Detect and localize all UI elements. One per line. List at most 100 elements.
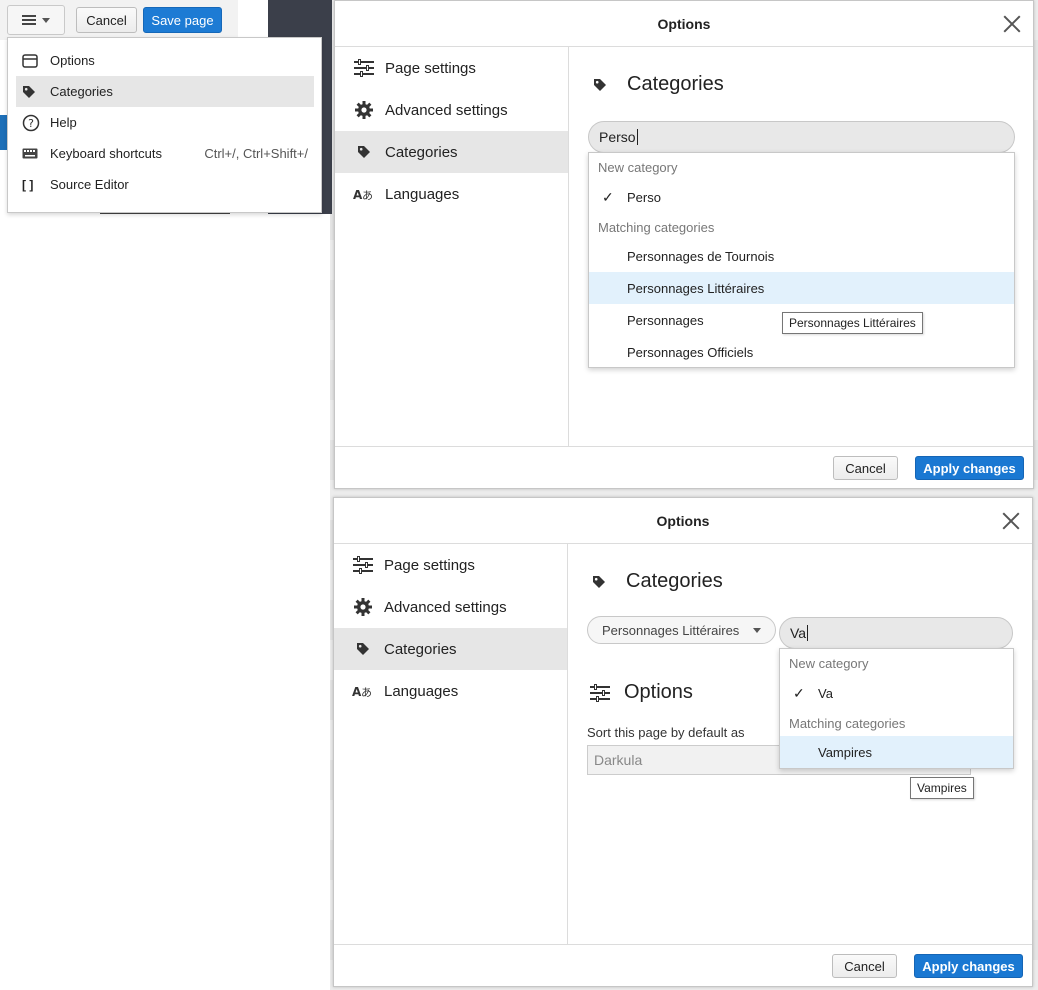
menu-item-label: Source Editor [50, 177, 129, 192]
tag-icon [592, 575, 612, 589]
category-chip[interactable]: Personnages Littéraires [587, 616, 777, 644]
options-section-header: Options [590, 681, 693, 704]
categories-section-header: Categories [593, 73, 724, 96]
category-suggestions-popup: New category ✓ Va Matching categories Va… [779, 648, 1014, 769]
svg-text:あ: あ [362, 189, 373, 201]
dialog-sidebar: Page settings Advanced settings Categori… [335, 47, 569, 446]
apply-changes-button[interactable]: Apply changes [914, 954, 1023, 978]
menu-item-categories[interactable]: Categories [16, 76, 314, 107]
tooltip: Personnages Littéraires [782, 312, 923, 334]
language-icon: Aあ [352, 684, 374, 698]
sidebar-item-label: Languages [385, 185, 460, 203]
menu-item-label: Help [50, 115, 77, 130]
keyboard-icon [22, 148, 48, 159]
menu-item-options[interactable]: Options [16, 45, 314, 76]
tag-icon [593, 78, 613, 92]
svg-text:?: ? [28, 117, 34, 130]
sidebar-item-languages[interactable]: Aあ Languages [334, 670, 567, 712]
close-icon[interactable] [1003, 15, 1021, 33]
menu-item-help[interactable]: ? Help [16, 107, 314, 138]
checkmark-icon: ✓ [793, 684, 805, 701]
sidebar-item-languages[interactable]: Aあ Languages [335, 173, 568, 215]
sidebar-item-page-settings[interactable]: Page settings [334, 544, 567, 586]
text-cursor [807, 625, 809, 641]
shortcut-hint: Ctrl+/, Ctrl+Shift+/ [204, 146, 308, 161]
dialog-title: Options [335, 1, 1033, 47]
sidebar-item-categories[interactable]: Categories [334, 628, 567, 670]
option-label: Personnages Littéraires [627, 280, 765, 296]
option-label: Personnages [627, 312, 704, 328]
menu-item-keyboard-shortcuts[interactable]: Keyboard shortcuts Ctrl+/, Ctrl+Shift+/ [16, 138, 314, 169]
matching-category-option[interactable]: Personnages Officiels [589, 336, 1014, 368]
category-input[interactable]: Va [779, 617, 1013, 649]
dialog-sidebar: Page settings Advanced settings Categori… [334, 544, 568, 944]
section-title: Categories [627, 73, 724, 95]
gear-icon [353, 101, 375, 119]
window-icon [22, 53, 48, 68]
option-label: Vampires [818, 744, 872, 760]
sliders-icon [352, 556, 374, 574]
menu-item-source-editor[interactable]: [ ] Source Editor [16, 169, 314, 200]
sort-label: Sort this page by default as [587, 725, 745, 740]
sidebar-item-label: Page settings [385, 59, 476, 77]
matching-category-option-highlighted[interactable]: Vampires [780, 736, 1013, 768]
new-category-option[interactable]: ✓ Perso [589, 181, 1014, 213]
save-page-button[interactable]: Save page [143, 7, 222, 33]
dialog-cancel-button[interactable]: Cancel [832, 954, 897, 978]
new-category-option[interactable]: ✓ Va [780, 677, 1013, 709]
sidebar-item-label: Advanced settings [384, 598, 507, 616]
chevron-down-icon [42, 17, 50, 23]
sidebar-item-label: Languages [384, 682, 459, 700]
category-input-value: Va [790, 625, 807, 641]
language-icon: Aあ [353, 187, 375, 201]
option-label: Personnages de Tournois [627, 248, 775, 264]
gear-icon [352, 598, 374, 616]
dialog-title: Options [334, 498, 1032, 544]
matching-categories-header: Matching categories [789, 716, 906, 731]
editor-toolbar: Cancel Save page [0, 0, 238, 40]
tooltip: Vampires [910, 777, 974, 799]
new-category-header: New category [789, 656, 869, 671]
category-input[interactable]: Perso [588, 121, 1015, 153]
sidebar-item-page-settings[interactable]: Page settings [335, 47, 568, 89]
option-label: Personnages Officiels [627, 344, 754, 360]
tag-icon [22, 85, 48, 99]
close-icon[interactable] [1002, 512, 1020, 530]
section-title: Categories [626, 570, 723, 592]
checkmark-icon: ✓ [602, 188, 614, 205]
options-dialog-2: Options Page settings Advanced settings … [333, 497, 1033, 987]
sidebar-item-advanced-settings[interactable]: Advanced settings [334, 586, 567, 628]
dialog-cancel-button[interactable]: Cancel [833, 456, 898, 480]
brackets-icon: [ ] [22, 177, 34, 192]
menu-item-label: Keyboard shortcuts [50, 146, 163, 161]
sliders-icon [353, 59, 375, 77]
matching-categories-header: Matching categories [598, 220, 715, 235]
matching-category-option-highlighted[interactable]: Personnages Littéraires [589, 272, 1014, 304]
options-title: Options [624, 681, 693, 703]
category-suggestions-popup: New category ✓ Perso Matching categories… [588, 152, 1015, 368]
sidebar-item-label: Categories [384, 640, 457, 658]
sidebar-item-advanced-settings[interactable]: Advanced settings [335, 89, 568, 131]
category-chip-label: Personnages Littéraires [602, 622, 740, 638]
category-input-value: Perso [599, 129, 636, 145]
option-label: Va [818, 685, 833, 701]
option-label: Perso [627, 189, 661, 205]
text-cursor [636, 129, 638, 145]
help-icon: ? [22, 114, 48, 132]
tag-icon [353, 145, 375, 159]
chevron-down-icon[interactable] [753, 627, 762, 633]
matching-category-option[interactable]: Personnages de Tournois [589, 240, 1014, 272]
svg-text:あ: あ [361, 686, 372, 698]
menu-toggle-button[interactable] [7, 5, 65, 35]
cancel-button[interactable]: Cancel [76, 7, 137, 33]
dialog-footer: Cancel Apply changes [335, 446, 1033, 488]
menu-item-label: Options [50, 53, 95, 68]
dialog-footer: Cancel Apply changes [334, 944, 1032, 986]
sidebar-item-label: Categories [385, 143, 458, 161]
sidebar-item-label: Page settings [384, 556, 475, 574]
apply-changes-button[interactable]: Apply changes [915, 456, 1024, 480]
new-category-header: New category [598, 160, 678, 175]
sliders-icon [590, 683, 610, 702]
sidebar-item-categories[interactable]: Categories [335, 131, 568, 173]
menu-item-label: Categories [50, 84, 113, 99]
